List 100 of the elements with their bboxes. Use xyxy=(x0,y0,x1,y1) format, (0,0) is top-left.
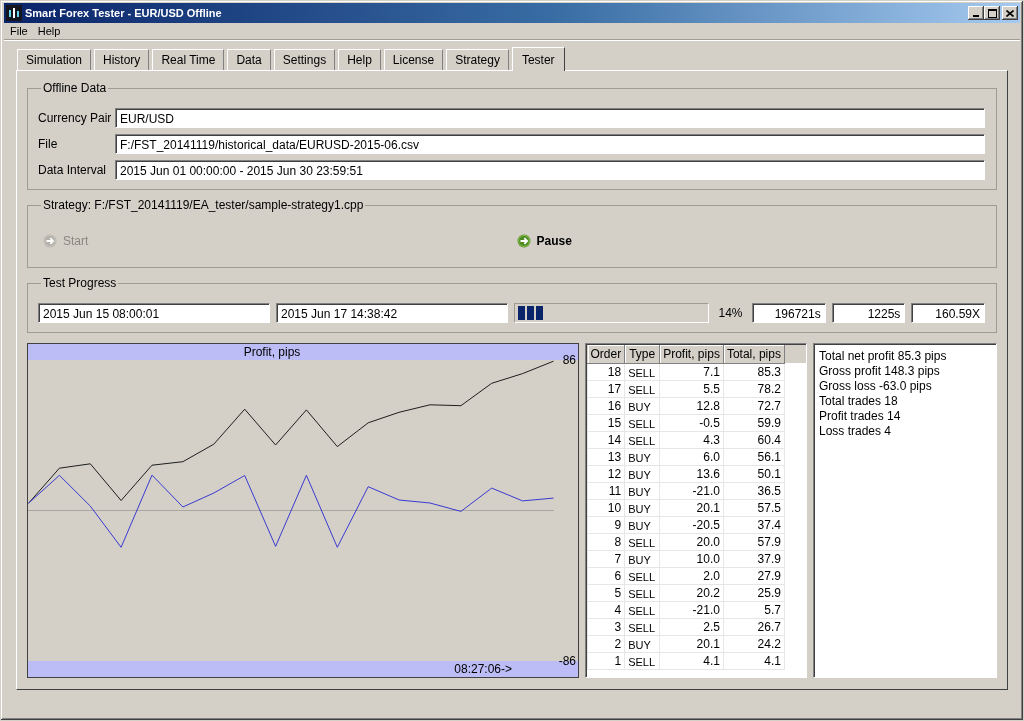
tab[interactable]: History xyxy=(94,49,150,70)
table-cell: 57.9 xyxy=(723,533,785,550)
table-cell: 4.1 xyxy=(659,652,724,669)
table-cell: 6 xyxy=(587,567,625,584)
table-cell: SELL xyxy=(624,431,660,448)
table-cell: BUY xyxy=(624,465,660,482)
table-cell: 56.1 xyxy=(723,448,785,465)
counter-field[interactable]: 160.59X xyxy=(911,303,985,323)
table-cell: SELL xyxy=(624,601,660,618)
table-cell: 2.0 xyxy=(659,567,724,584)
bars-icon xyxy=(6,5,22,21)
field-label: Currency Pair xyxy=(38,111,113,125)
table-cell: 10.0 xyxy=(659,550,724,567)
table-cell: 13 xyxy=(587,448,625,465)
table-cell: 85.3 xyxy=(723,363,785,380)
table-cell: BUY xyxy=(624,516,660,533)
tab[interactable]: Help xyxy=(338,49,381,70)
table-cell: BUY xyxy=(624,482,660,499)
minimize-button[interactable] xyxy=(968,6,984,20)
table-cell: 14 xyxy=(587,431,625,448)
chart-title: Profit, pips xyxy=(242,345,302,359)
text-field[interactable]: EUR/USD xyxy=(115,108,985,128)
tab[interactable]: Settings xyxy=(273,49,336,70)
table-cell: 50.1 xyxy=(723,465,785,482)
table-cell: -21.0 xyxy=(659,482,724,499)
table-cell: 3 xyxy=(587,618,625,635)
strategy-button[interactable]: Pause xyxy=(511,232,576,250)
maximize-button[interactable] xyxy=(984,6,1000,20)
menu-item[interactable]: Help xyxy=(32,24,66,38)
table-cell: 5.5 xyxy=(659,380,724,397)
tab[interactable]: Simulation xyxy=(17,49,92,70)
tab[interactable]: Data xyxy=(227,49,271,70)
column-header: Type xyxy=(624,345,660,363)
window-title: Smart Forex Tester - EUR/USD Offline xyxy=(25,6,222,20)
y-tick-label: 86 xyxy=(562,353,576,367)
table-cell: 60.4 xyxy=(723,431,785,448)
summary-line: Loss trades 4 xyxy=(819,424,893,439)
table-cell: SELL xyxy=(624,584,660,601)
text-field[interactable]: F:/FST_20141119/historical_data/EURUSD-2015-06.csv xyxy=(115,134,985,154)
table-cell: 20.2 xyxy=(659,584,724,601)
table-cell: 36.5 xyxy=(723,482,785,499)
column-header: Order xyxy=(587,345,625,363)
close-button[interactable] xyxy=(1002,6,1018,20)
table-cell: 2 xyxy=(587,635,625,652)
table-cell: 5 xyxy=(587,584,625,601)
column-header: Profit, pips xyxy=(659,345,724,363)
tab[interactable]: Tester xyxy=(511,47,565,71)
table-cell: 17 xyxy=(587,380,625,397)
table-cell: -0.5 xyxy=(659,414,724,431)
table-cell: 20.0 xyxy=(659,533,724,550)
summary-line: Total trades 18 xyxy=(819,394,899,409)
table-cell: 7 xyxy=(587,550,625,567)
text-field[interactable]: 2015 Jun 17 14:38:42 xyxy=(276,303,508,323)
table-cell: 13.6 xyxy=(659,465,724,482)
progress-reading: 14% xyxy=(717,306,744,320)
field-label: File xyxy=(38,137,59,151)
tab[interactable]: Real Time xyxy=(152,49,225,70)
table-cell: 59.9 xyxy=(723,414,785,431)
table-cell: 4.3 xyxy=(659,431,724,448)
table-cell: 12 xyxy=(587,465,625,482)
table-cell: SELL xyxy=(624,380,660,397)
table-cell: 57.5 xyxy=(723,499,785,516)
table-cell: SELL xyxy=(624,414,660,431)
table-cell: SELL xyxy=(624,652,660,669)
table-cell: BUY xyxy=(624,550,660,567)
chart-annotation: 08:27:06-> xyxy=(454,662,512,676)
column-header: Total, pips xyxy=(723,345,785,363)
table-cell: 20.1 xyxy=(659,635,724,652)
table-cell: BUY xyxy=(624,635,660,652)
table-cell: SELL xyxy=(624,363,660,380)
table-cell: 5.7 xyxy=(723,601,785,618)
group-title: Test Progress xyxy=(42,276,118,290)
text-field[interactable]: 2015 Jun 01 00:00:00 - 2015 Jun 30 23:59:51 xyxy=(115,160,985,180)
arrow-circle-icon xyxy=(516,234,531,248)
tab[interactable]: License xyxy=(383,49,444,70)
maximize-icon xyxy=(987,8,997,18)
table-cell: 8 xyxy=(587,533,625,550)
summary-line: Gross loss -63.0 pips xyxy=(819,379,933,394)
table-cell: 7.1 xyxy=(659,363,724,380)
counter-field[interactable]: 196721s xyxy=(752,303,826,323)
menu-item[interactable]: File xyxy=(5,24,33,38)
text-field[interactable]: 2015 Jun 15 08:00:01 xyxy=(38,303,270,323)
table-cell: 24.2 xyxy=(723,635,785,652)
table-cell: 11 xyxy=(587,482,625,499)
table-cell: 12.8 xyxy=(659,397,724,414)
table-cell: 9 xyxy=(587,516,625,533)
counter-field[interactable]: 1225s xyxy=(831,303,906,323)
table-cell: 2.5 xyxy=(659,618,724,635)
summary-line: Total net profit 85.3 pips xyxy=(819,349,948,364)
table-cell: 72.7 xyxy=(723,397,785,414)
table-cell: 27.9 xyxy=(723,567,785,584)
table-cell: 15 xyxy=(587,414,625,431)
tab[interactable]: Strategy xyxy=(446,49,509,70)
summary-line: Gross profit 148.3 pips xyxy=(819,364,941,379)
table-cell: 78.2 xyxy=(723,380,785,397)
table-cell: 6.0 xyxy=(659,448,724,465)
field-label: Data Interval xyxy=(38,163,108,177)
table-cell: 37.9 xyxy=(723,550,785,567)
table-cell: SELL xyxy=(624,618,660,635)
group-title: Strategy: F:/FST_20141119/EA_tester/sample-strategy1.cpp xyxy=(42,198,365,212)
